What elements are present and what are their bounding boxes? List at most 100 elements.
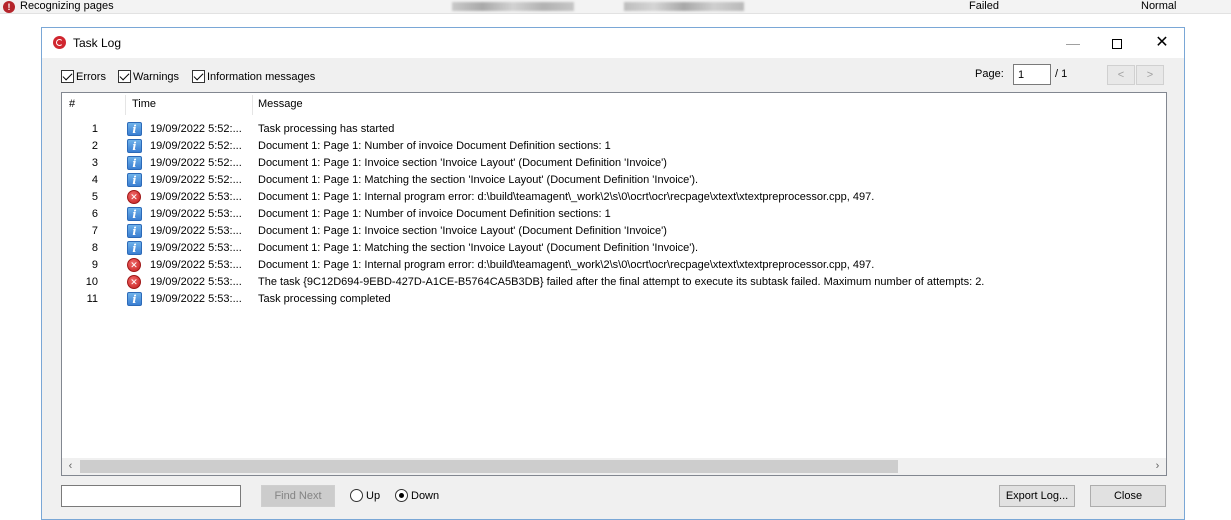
row-number: 1 (91, 123, 98, 135)
row-time: 19/09/2022 5:53:... (150, 293, 242, 305)
warnings-checkbox-label: Warnings (133, 70, 180, 83)
search-up-radio[interactable]: Up (350, 489, 380, 502)
find-input[interactable] (61, 485, 241, 507)
row-message: Document 1: Page 1: Invoice section 'Inv… (258, 225, 667, 237)
page-number-input[interactable] (1013, 64, 1051, 85)
page-total: / 1 (1055, 68, 1068, 80)
row-time: 19/09/2022 5:53:... (150, 242, 242, 254)
log-row[interactable]: 9 19/09/2022 5:53:... Document 1: Page 1: … (62, 257, 1166, 274)
errors-checkbox[interactable]: Errors (61, 70, 106, 83)
row-time: 19/09/2022 5:52:... (150, 140, 242, 152)
log-row[interactable]: 10 19/09/2022 5:53:... The task {9C12D694-… (62, 274, 1166, 291)
log-row[interactable]: 4 19/09/2022 5:52:... Document 1: Page 1: … (62, 172, 1166, 189)
row-number: 11 (86, 293, 98, 305)
column-header-message[interactable]: Message (252, 93, 303, 115)
info-icon (127, 138, 142, 155)
row-time: 19/09/2022 5:52:... (150, 174, 242, 186)
row-time: 19/09/2022 5:53:... (150, 276, 242, 288)
info-icon (127, 155, 142, 172)
log-row[interactable]: 6 19/09/2022 5:53:... Document 1: Page 1: … (62, 206, 1166, 223)
close-button[interactable]: Close (1090, 485, 1166, 507)
log-row[interactable]: 5 19/09/2022 5:53:... Document 1: Page 1: … (62, 189, 1166, 206)
checkbox-checked-icon (192, 70, 205, 83)
next-page-button[interactable]: > (1136, 65, 1164, 85)
maximize-icon (1112, 39, 1122, 50)
row-message: Document 1: Page 1: Internal program err… (258, 259, 875, 271)
task-log-dialog: Task Log — ✕ Errors Warnings Information… (41, 27, 1185, 520)
search-down-radio[interactable]: Down (395, 489, 439, 502)
background-task-status: Failed (969, 0, 999, 12)
background-task-priority: Normal (1141, 0, 1177, 12)
info-icon (127, 121, 142, 138)
find-next-button[interactable]: Find Next (261, 485, 335, 507)
information-messages-label: Information messages (207, 70, 316, 83)
radio-unselected-icon (350, 489, 363, 502)
information-messages-checkbox[interactable]: Information messages (192, 70, 315, 83)
info-icon (127, 223, 142, 240)
log-row[interactable]: 2 19/09/2022 5:52:... Document 1: Page 1: … (62, 138, 1166, 155)
horizontal-scrollbar[interactable]: ‹ › (62, 458, 1166, 475)
title-bar[interactable]: Task Log — ✕ (42, 28, 1184, 58)
log-row[interactable]: 1 19/09/2022 5:52:... Task processing has … (62, 121, 1166, 138)
errors-checkbox-label: Errors (76, 70, 106, 83)
chevron-right-icon: > (1146, 69, 1154, 81)
info-icon (127, 240, 142, 257)
row-message: Task processing has started (258, 123, 395, 135)
redacted-field (624, 2, 744, 11)
row-message: Task processing completed (258, 293, 391, 305)
row-message: Document 1: Page 1: Number of invoice Do… (258, 208, 611, 220)
close-window-button[interactable]: ✕ (1139, 28, 1185, 58)
error-icon (127, 257, 141, 274)
app-logo-icon (53, 36, 66, 49)
column-header-time[interactable]: Time (126, 93, 156, 115)
row-time: 19/09/2022 5:53:... (150, 191, 242, 203)
export-log-button[interactable]: Export Log... (999, 485, 1075, 507)
row-number: 7 (91, 225, 98, 237)
row-time: 19/09/2022 5:52:... (150, 157, 242, 169)
row-time: 19/09/2022 5:53:... (150, 259, 242, 271)
row-message: Document 1: Page 1: Matching the section… (258, 174, 699, 186)
background-task-row[interactable]: ! Recognizing pages Failed Normal (0, 0, 1231, 14)
error-icon (127, 274, 141, 291)
row-message: The task {9C12D694-9EBD-427D-A1CE-B5764C… (258, 276, 985, 288)
redacted-field (452, 2, 574, 11)
page-label: Page: (975, 68, 1004, 80)
row-time: 19/09/2022 5:52:... (150, 123, 242, 135)
log-list[interactable]: # Time Message 1 19/09/2022 5:52:... Task … (61, 92, 1167, 476)
row-number: 10 (85, 276, 98, 288)
row-message: Document 1: Page 1: Invoice section 'Inv… (258, 157, 667, 169)
scrollbar-thumb[interactable] (80, 460, 898, 473)
checkbox-checked-icon (61, 70, 74, 83)
chevron-left-icon: < (1117, 69, 1125, 81)
info-icon (127, 291, 142, 308)
row-time: 19/09/2022 5:53:... (150, 225, 242, 237)
maximize-button[interactable] (1094, 28, 1140, 58)
scroll-left-icon[interactable]: ‹ (62, 458, 79, 475)
minimize-button[interactable]: — (1050, 28, 1096, 58)
list-header: # Time Message (62, 93, 1166, 115)
dialog-title: Task Log (73, 36, 122, 50)
row-message: Document 1: Page 1: Number of invoice Do… (258, 140, 611, 152)
checkbox-checked-icon (118, 70, 131, 83)
log-row[interactable]: 8 19/09/2022 5:53:... Document 1: Page 1: … (62, 240, 1166, 257)
row-number: 8 (91, 242, 98, 254)
row-number: 6 (91, 208, 98, 220)
close-icon: ✕ (1155, 34, 1169, 51)
row-time: 19/09/2022 5:53:... (150, 208, 242, 220)
info-icon (127, 206, 142, 223)
log-row[interactable]: 3 19/09/2022 5:52:... Document 1: Page 1: … (62, 155, 1166, 172)
error-icon (127, 189, 141, 206)
row-number: 9 (91, 259, 98, 271)
row-number: 5 (91, 191, 98, 203)
row-number: 4 (91, 174, 98, 186)
task-status-icon: ! (3, 1, 15, 13)
warnings-checkbox[interactable]: Warnings (118, 70, 179, 83)
log-row[interactable]: 7 19/09/2022 5:53:... Document 1: Page 1: … (62, 223, 1166, 240)
row-message: Document 1: Page 1: Matching the section… (258, 242, 699, 254)
column-header-number[interactable]: # (63, 93, 75, 115)
scroll-right-icon[interactable]: › (1149, 458, 1166, 475)
log-row[interactable]: 11 19/09/2022 5:53:... Task processing com… (62, 291, 1166, 308)
background-task-name: Recognizing pages (20, 0, 114, 12)
previous-page-button[interactable]: < (1107, 65, 1135, 85)
search-down-label: Down (411, 489, 440, 502)
